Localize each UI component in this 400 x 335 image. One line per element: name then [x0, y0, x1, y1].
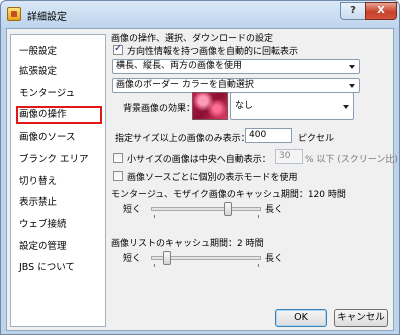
list-cache-label: 画像リストのキャッシュ期間：2 時間	[111, 239, 264, 249]
min-size-label: 指定サイズ以上の画像のみ表示：	[115, 134, 250, 144]
image-operations-panel: 画像の操作、選択、ダウンロードの設定 方向性情報を持つ画像を自動的に回転表示 横…	[109, 29, 398, 329]
small-center-suffix: % 以下 (スクリーン比)	[305, 155, 398, 165]
montage-cache-label: モンタージュ、モザイク画像のキャッシュ期間：120 時間	[111, 190, 346, 200]
border-color-select[interactable]: 画像のボーダー カラーを自動選択	[112, 78, 360, 93]
min-size-input[interactable]: 400	[245, 128, 292, 143]
window-title: 詳細設定	[27, 12, 67, 23]
montage-cache-slider-thumb[interactable]	[224, 202, 233, 216]
effect-preview-image	[192, 92, 228, 120]
title-bar[interactable]: 詳細設定 ? X	[1, 1, 399, 27]
small-center-label: 小サイズの画像は中央へ自動表示：	[127, 155, 271, 165]
background-effect-label: 背景画像の効果：	[123, 104, 196, 114]
montage-cache-long-label: 長く	[265, 205, 284, 215]
background-effect-value: なし	[235, 101, 254, 111]
sidebar-item-image-operations[interactable]: 画像の操作	[16, 106, 102, 124]
sidebar-item-display-block[interactable]: 表示禁止	[16, 194, 102, 212]
chevron-down-icon	[349, 84, 355, 88]
list-cache-long-label: 長く	[265, 254, 284, 264]
montage-cache-slider-track[interactable]	[151, 207, 261, 211]
orientation-select-value: 横長、縦長、両方の画像を使用	[116, 61, 243, 71]
orientation-select[interactable]: 横長、縦長、両方の画像を使用	[112, 59, 360, 74]
app-icon	[7, 7, 21, 21]
cancel-button[interactable]: キャンセル	[334, 309, 388, 327]
section-title: 画像の操作、選択、ダウンロードの設定	[111, 34, 274, 44]
dialog-client-area: 一般設定 拡張設定 モンタージュ 画像の操作 画像のソース ブランク エリア 切…	[6, 28, 398, 331]
per-source-mode-label: 画像ソースごとに個別の表示モードを使用	[127, 173, 298, 183]
help-button[interactable]: ?	[340, 2, 366, 20]
slider-tick	[258, 215, 259, 218]
auto-rotate-label: 方向性情報を持つ画像を自動的に回転表示	[127, 47, 299, 57]
sidebar-item-settings-management[interactable]: 設定の管理	[16, 238, 102, 256]
ok-button[interactable]: OK	[275, 309, 327, 327]
close-button[interactable]: X	[365, 2, 397, 20]
small-center-checkbox[interactable]	[113, 153, 123, 163]
montage-cache-short-label: 短く	[123, 205, 142, 215]
settings-window: 詳細設定 ? X 一般設定 拡張設定 モンタージュ 画像の操作 画像のソース ブ…	[0, 0, 400, 335]
slider-tick	[258, 264, 259, 267]
sidebar-item-transitions[interactable]: 切り替え	[16, 173, 102, 191]
slider-tick	[154, 215, 155, 218]
sidebar-item-general[interactable]: 一般設定	[16, 43, 102, 61]
list-cache-short-label: 短く	[123, 254, 142, 264]
background-effect-select[interactable]: なし	[230, 92, 354, 120]
per-source-mode-checkbox[interactable]	[113, 171, 123, 181]
chevron-down-icon	[349, 65, 355, 69]
sidebar-item-image-sources[interactable]: 画像のソース	[16, 129, 102, 147]
sidebar-item-extended[interactable]: 拡張設定	[16, 63, 102, 81]
sidebar-item-about[interactable]: JBS について	[16, 259, 102, 277]
small-center-percent-input[interactable]: 30	[275, 149, 303, 164]
auto-rotate-checkbox[interactable]	[113, 43, 123, 55]
slider-tick	[154, 264, 155, 267]
sidebar-item-blank-area[interactable]: ブランク エリア	[16, 151, 102, 169]
min-size-unit: ピクセル	[298, 134, 335, 144]
chevron-down-icon	[343, 105, 349, 109]
settings-category-list: 一般設定 拡張設定 モンタージュ 画像の操作 画像のソース ブランク エリア 切…	[10, 34, 106, 327]
list-cache-slider-thumb[interactable]	[163, 251, 172, 265]
sidebar-item-web-connection[interactable]: ウェブ接続	[16, 216, 102, 234]
sidebar-item-montage[interactable]: モンタージュ	[16, 85, 102, 103]
border-color-select-value: 画像のボーダー カラーを自動選択	[116, 80, 254, 90]
